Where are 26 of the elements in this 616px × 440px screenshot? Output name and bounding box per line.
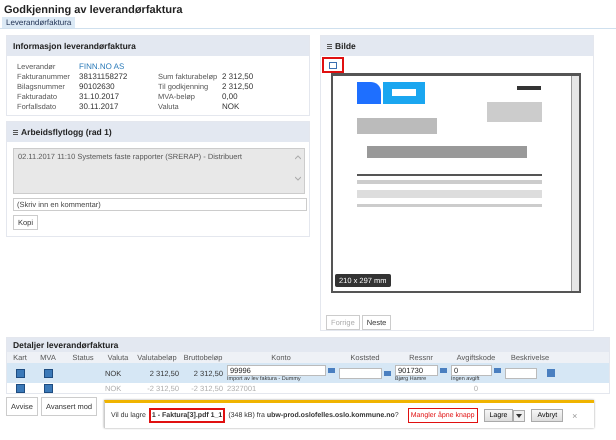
field-value: 0,00 <box>222 92 238 100</box>
page-title: Godkjenning av leverandørfaktura <box>3 3 184 17</box>
cost-center-field[interactable] <box>339 368 382 378</box>
field-value: 90102630 <box>79 82 115 90</box>
field-value: 2 312,50 <box>222 82 254 90</box>
field-value: 38131158272 <box>79 72 128 80</box>
field-value: 30.11.2017 <box>79 102 118 110</box>
panel-header: Arbeidsflytlogg (rad 1) <box>21 127 112 137</box>
panel-header: Detaljer leverandørfaktura <box>7 338 609 352</box>
menu-icon[interactable] <box>13 130 18 134</box>
field-value: 2 312,50 <box>222 72 254 80</box>
lookup-icon[interactable] <box>384 370 391 376</box>
field-value: NOK <box>222 102 240 110</box>
expand-icon[interactable] <box>329 62 337 69</box>
lookup-icon[interactable] <box>440 368 447 372</box>
menu-icon[interactable] <box>327 44 332 48</box>
scroll-arrows-icon[interactable] <box>295 155 301 181</box>
scrollbar[interactable] <box>571 76 579 291</box>
lookup-icon[interactable] <box>328 368 335 372</box>
panel-header: Bilde <box>335 41 356 51</box>
tab[interactable]: Leverandørfaktura <box>2 17 76 28</box>
panel-header: Informasjon leverandørfaktura <box>7 36 309 56</box>
lookup-icon[interactable] <box>494 368 501 372</box>
description-field[interactable] <box>505 368 537 378</box>
field-value: 31.10.2017 <box>79 92 120 100</box>
supplier-link[interactable]: FINN.NO AS <box>79 62 124 70</box>
